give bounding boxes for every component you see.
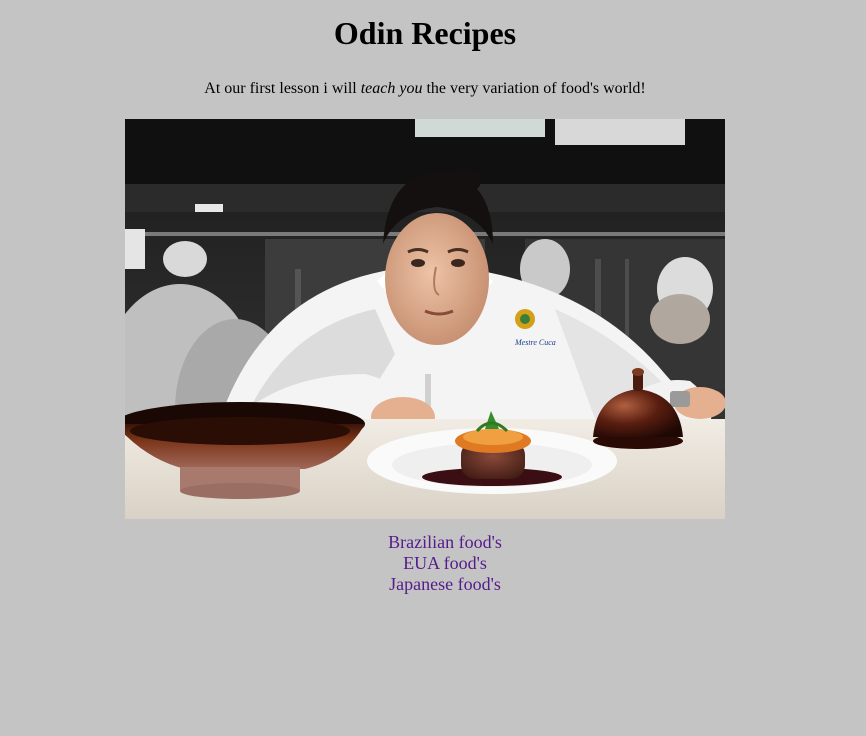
badge-text: Mestre Cuca <box>514 338 556 347</box>
recipe-links: Brazilian food's EUA food's Japanese foo… <box>0 532 866 595</box>
page-title: Odin Recipes <box>333 15 517 51</box>
link-eua-food[interactable]: EUA food's <box>0 553 866 574</box>
chef-photo: Mestre Cuca <box>125 119 725 519</box>
link-brazilian-food[interactable]: Brazilian food's <box>0 532 866 553</box>
intro-text-before: At our first lesson i will <box>204 80 361 97</box>
intro-emphasis: teach you <box>360 80 423 97</box>
intro-text: At our first lesson i will teach you the… <box>0 79 850 99</box>
intro-text-after: the very variation of food's world! <box>422 80 646 97</box>
link-japanese-food[interactable]: Japanese food's <box>0 574 866 595</box>
page: Odin Recipes At our first lesson i will … <box>0 0 866 736</box>
